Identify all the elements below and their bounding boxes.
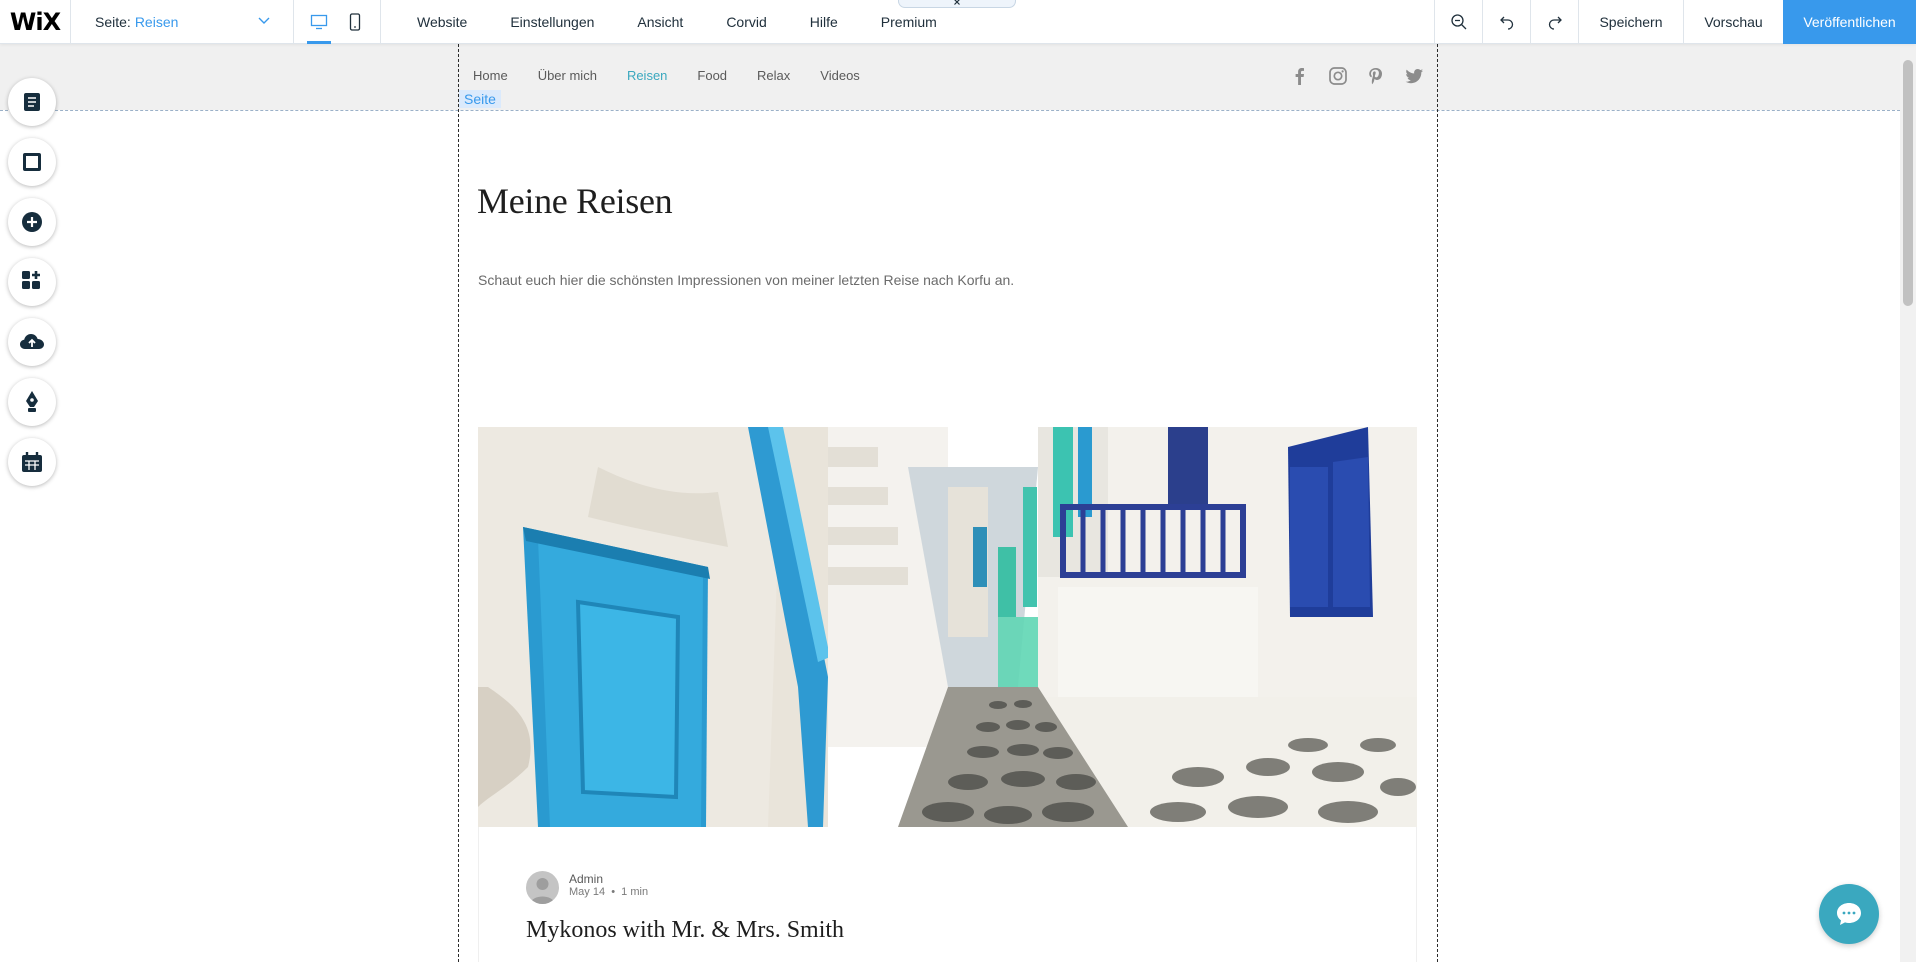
upload-icon (20, 334, 44, 349)
pinterest-icon[interactable] (1366, 66, 1386, 86)
right-gridline (1437, 44, 1438, 962)
blog-icon (26, 391, 38, 412)
app-market-icon (22, 271, 40, 289)
redo-button[interactable] (1530, 0, 1578, 44)
chevron-down-icon (257, 13, 271, 30)
blog-post-card[interactable]: Admin May 14 • 1 min Mykonos with Mr. & … (478, 827, 1417, 962)
wix-logo[interactable]: WiX (0, 0, 71, 44)
author-avatar[interactable] (526, 871, 559, 904)
site-nav-about[interactable]: Über mich (538, 68, 597, 83)
zoom-out-icon (1450, 14, 1466, 30)
mobile-icon (349, 12, 361, 31)
blog-button[interactable] (8, 378, 56, 426)
undo-icon (1499, 16, 1513, 30)
twitter-icon[interactable] (1404, 66, 1424, 86)
read-time: 1 min (621, 886, 649, 898)
site-navigation: Home Über mich Reisen Food Relax Videos (473, 68, 890, 83)
redo-icon (1548, 16, 1562, 30)
page-title[interactable]: Meine Reisen (477, 180, 673, 222)
save-button[interactable]: Speichern (1578, 0, 1683, 44)
chat-icon (1837, 903, 1861, 925)
intro-text[interactable]: Schaut euch hier die schönsten Impressio… (478, 272, 1014, 288)
add-icon (22, 212, 42, 232)
menu-settings[interactable]: Einstellungen (510, 14, 594, 30)
device-switcher (294, 0, 381, 44)
menu-premium[interactable]: Premium (881, 14, 937, 30)
pages-button[interactable] (8, 78, 56, 126)
main-menu: Website Einstellungen Ansicht Corvid Hil… (381, 0, 980, 44)
menu-website[interactable]: Website (417, 14, 467, 30)
meta-separator: • (608, 886, 622, 898)
page-selector-value: Reisen (134, 13, 179, 30)
editor-left-toolbar (8, 78, 56, 498)
site-nav-food[interactable]: Food (697, 68, 727, 83)
menu-corvid[interactable]: Corvid (726, 14, 766, 30)
undo-button[interactable] (1482, 0, 1530, 44)
background-icon (23, 153, 41, 171)
blog-post-cover-image[interactable] (478, 427, 1417, 827)
desktop-view-button[interactable] (307, 0, 331, 44)
pages-icon (24, 93, 40, 111)
post-meta: May 14 • 1 min (569, 886, 648, 898)
post-date: May 14 (569, 886, 606, 898)
site-nav-home[interactable]: Home (473, 68, 508, 83)
page-selector[interactable]: Seite: Reisen (71, 0, 294, 44)
header-divider (0, 110, 1900, 111)
social-bar (1290, 66, 1424, 86)
site-header[interactable] (0, 44, 1900, 110)
background-button[interactable] (8, 138, 56, 186)
add-element-button[interactable] (8, 198, 56, 246)
zoom-out-button[interactable] (1434, 0, 1482, 44)
mobile-view-button[interactable] (344, 0, 366, 44)
topbar-actions: Speichern Vorschau Veröffentlichen (1434, 0, 1916, 44)
left-gridline (458, 44, 459, 962)
bookings-button[interactable] (8, 438, 56, 486)
upload-button[interactable] (8, 318, 56, 366)
post-title[interactable]: Mykonos with Mr. & Mrs. Smith (526, 917, 844, 944)
menu-help[interactable]: Hilfe (810, 14, 838, 30)
site-nav-travel[interactable]: Reisen (627, 68, 667, 83)
editor-canvas: Home Über mich Reisen Food Relax Videos … (0, 44, 1900, 962)
instagram-icon[interactable] (1328, 66, 1348, 86)
author-name[interactable]: Admin (569, 872, 603, 886)
scrollbar-thumb[interactable] (1903, 60, 1913, 306)
menu-view[interactable]: Ansicht (637, 14, 683, 30)
chat-button[interactable] (1819, 884, 1879, 944)
section-label-tag[interactable]: Seite (459, 90, 501, 108)
bookings-icon (22, 452, 42, 472)
page-selector-label: Seite: (95, 13, 131, 30)
facebook-icon[interactable] (1290, 66, 1310, 86)
publish-button[interactable]: Veröffentlichen (1783, 0, 1916, 44)
topbar-collapse-tab[interactable] (898, 0, 1016, 8)
desktop-icon (310, 14, 328, 29)
site-nav-videos[interactable]: Videos (820, 68, 860, 83)
close-icon (954, 0, 960, 5)
preview-button[interactable]: Vorschau (1683, 0, 1783, 44)
app-market-button[interactable] (8, 258, 56, 306)
site-nav-relax[interactable]: Relax (757, 68, 790, 83)
